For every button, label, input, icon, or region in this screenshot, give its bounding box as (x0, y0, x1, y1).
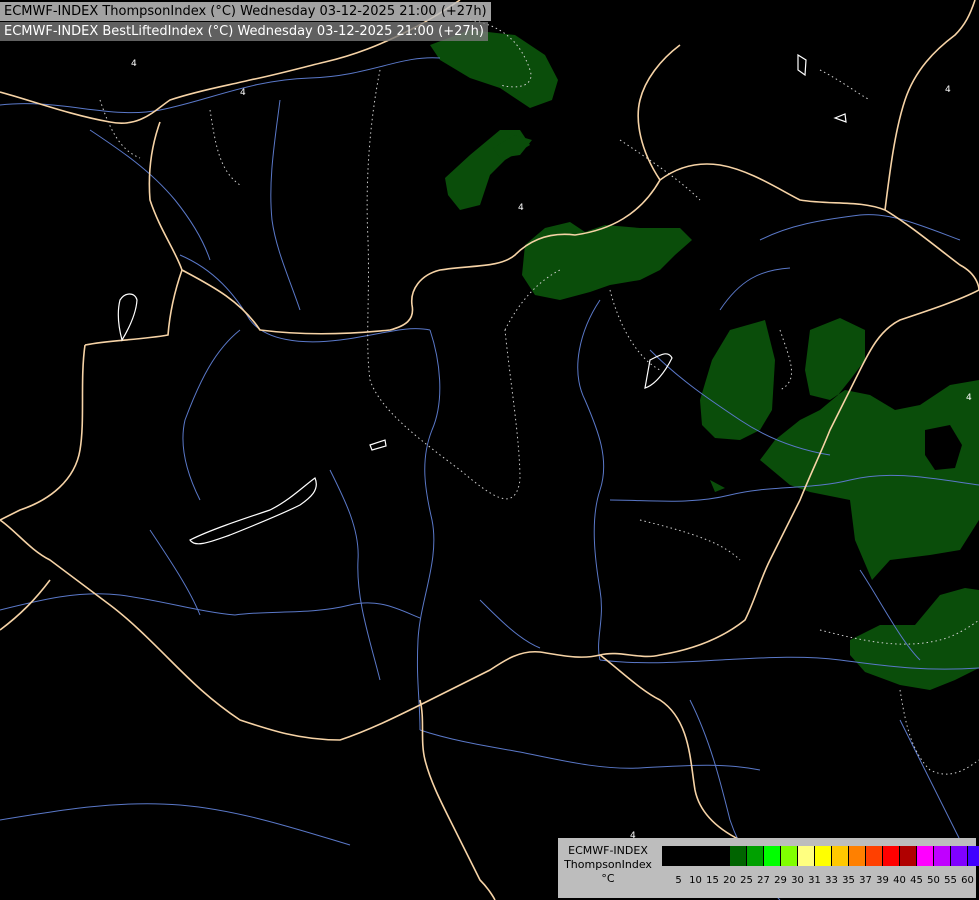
legend-title-model: ECMWF-INDEX (568, 844, 648, 857)
legend-swatch (866, 846, 883, 866)
legend-tick: 33 (825, 875, 838, 886)
contour-label: 4 (131, 59, 137, 69)
legend-tick: 45 (910, 875, 923, 886)
legend-tick: 40 (893, 875, 906, 886)
legend-swatch (764, 846, 781, 866)
legend-swatch (781, 846, 798, 866)
legend-ticks: 5 10 15 20 25 27 29 30 31 33 35 37 39 40 45 50 55 60 (670, 875, 976, 886)
legend-swatch (730, 846, 747, 866)
legend-swatch (798, 846, 815, 866)
legend-swatch (900, 846, 917, 866)
legend-tick: 27 (757, 875, 770, 886)
legend-swatch (917, 846, 934, 866)
contour-label: 4 (240, 88, 246, 98)
legend-tick: 15 (706, 875, 719, 886)
legend-tick: 20 (723, 875, 736, 886)
legend-swatch (815, 846, 832, 866)
weather-map: 4 4 4 4 4 4 (0, 0, 979, 900)
legend-swatch (696, 846, 713, 866)
legend-title-unit: °C (601, 872, 615, 885)
map-title-thompson: ECMWF-INDEX ThompsonIndex (°C) Wednesday… (0, 2, 491, 21)
legend-tick: 50 (927, 875, 940, 886)
legend-swatch (849, 846, 866, 866)
legend-swatch (951, 846, 968, 866)
legend-swatch (662, 846, 679, 866)
legend-swatch (679, 846, 696, 866)
legend-tick: 35 (842, 875, 855, 886)
legend-tick: 37 (859, 875, 872, 886)
legend-tick: 39 (876, 875, 889, 886)
legend-tick: 60 (961, 875, 974, 886)
contour-label: 4 (945, 85, 951, 95)
legend-tick: 10 (689, 875, 702, 886)
legend-title: ECMWF-INDEX ThompsonIndex °C (560, 844, 656, 886)
legend-tick: 29 (774, 875, 787, 886)
legend-swatch (883, 846, 900, 866)
color-legend: ECMWF-INDEX ThompsonIndex °C 5 10 15 20 25 27… (558, 838, 979, 898)
legend-color-bar (662, 846, 979, 866)
contour-label: 4 (966, 393, 972, 403)
legend-tick: 55 (944, 875, 957, 886)
legend-swatch (934, 846, 951, 866)
legend-tick: 25 (740, 875, 753, 886)
legend-title-parameter: ThompsonIndex (564, 858, 652, 871)
legend-swatch (713, 846, 730, 866)
legend-tick: 5 (675, 875, 682, 886)
legend-swatch (832, 846, 849, 866)
legend-swatch (747, 846, 764, 866)
legend-swatch (968, 846, 979, 866)
legend-tick: 31 (808, 875, 821, 886)
contour-label: 4 (518, 203, 524, 213)
legend-tick: 30 (791, 875, 804, 886)
map-title-bestlifted: ECMWF-INDEX BestLiftedIndex (°C) Wednesd… (0, 22, 488, 41)
